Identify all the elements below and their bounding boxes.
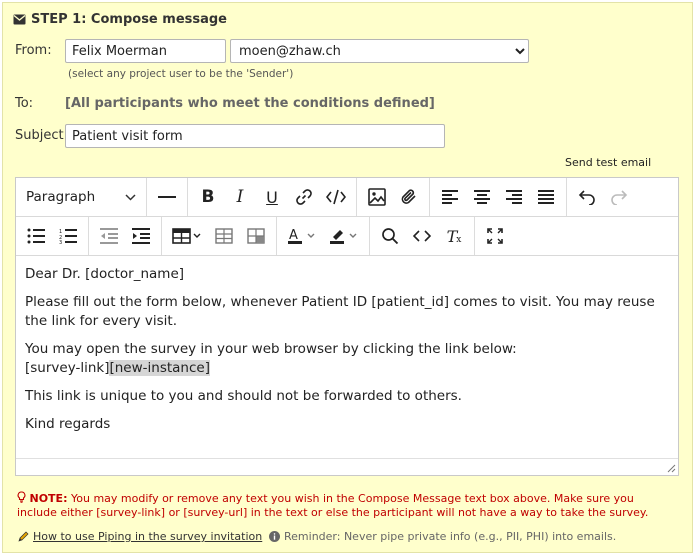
outdent-icon[interactable] <box>93 221 125 251</box>
reminder-text: Reminder: Never pipe private info (e.g.,… <box>284 530 617 543</box>
step-title: STEP 1: Compose message <box>13 12 227 27</box>
to-label: To: <box>15 96 34 111</box>
editor-status-bar <box>16 458 678 475</box>
lightbulb-icon <box>17 491 26 503</box>
email-paragraph-3: This link is unique to you and should no… <box>25 388 462 404</box>
align-right-icon[interactable] <box>498 182 530 212</box>
reminder-note: Reminder: Never pipe private info (e.g.,… <box>269 530 616 543</box>
note-label: NOTE: <box>29 492 68 505</box>
align-justify-icon[interactable] <box>530 182 562 212</box>
from-hint: (select any project user to be the 'Send… <box>68 68 294 80</box>
bullet-list-icon[interactable] <box>20 221 52 251</box>
fullscreen-icon[interactable] <box>479 221 511 251</box>
redo-icon[interactable] <box>603 182 635 212</box>
email-closing: Kind regards <box>25 416 111 432</box>
editor-content-area[interactable]: Dear Dr. [doctor_name] Please fill out t… <box>16 257 678 457</box>
bold-icon[interactable]: B <box>192 182 224 212</box>
svg-text:3: 3 <box>59 240 62 244</box>
align-center-icon[interactable] <box>466 182 498 212</box>
email-paragraph-2-line1: You may open the survey in your web brow… <box>25 341 517 357</box>
envelope-icon <box>13 14 26 25</box>
email-paragraph-1: Please fill out the form below, whenever… <box>25 294 655 329</box>
table-cell-icon[interactable] <box>240 221 272 251</box>
undo-icon[interactable] <box>571 182 603 212</box>
paragraph-format-label: Paragraph <box>26 189 96 205</box>
numbered-list-icon[interactable]: 123 <box>52 221 84 251</box>
clear-format-icon[interactable]: Tx <box>438 221 470 251</box>
table-props-icon[interactable] <box>208 221 240 251</box>
table-icon[interactable] <box>166 221 208 251</box>
image-icon[interactable] <box>361 182 393 212</box>
toolbar-row-2: 123 A Tx <box>16 217 678 256</box>
piping-help: How to use Piping in the survey invitati… <box>17 530 262 543</box>
piping-help-link[interactable]: How to use Piping in the survey invitati… <box>33 530 262 543</box>
note-text: You may modify or remove any text you wi… <box>17 492 649 519</box>
chevron-down-icon <box>125 193 136 201</box>
email-greeting: Dear Dr. [doctor_name] <box>25 266 185 282</box>
new-instance-token: [new-instance] <box>109 360 210 376</box>
attachment-icon[interactable] <box>393 182 425 212</box>
indent-icon[interactable] <box>125 221 157 251</box>
horizontal-rule-icon[interactable] <box>151 182 183 212</box>
search-icon[interactable] <box>374 221 406 251</box>
from-name-input[interactable] <box>65 39 226 63</box>
compose-panel: STEP 1: Compose message From: moen@zhaw.… <box>2 2 693 553</box>
rich-text-editor: Paragraph B I U 1 2 3 A T x Dear Dr. [do… <box>15 177 679 476</box>
note-box: NOTE: You may modify or remove any text … <box>17 491 677 520</box>
source-code-icon[interactable] <box>406 221 438 251</box>
from-email-select[interactable]: moen@zhaw.ch <box>230 39 529 63</box>
text-color-icon[interactable]: A <box>281 221 323 251</box>
paragraph-format-dropdown[interactable]: Paragraph <box>18 182 142 212</box>
toolbar-row-1: Paragraph B I U <box>16 178 678 217</box>
align-left-icon[interactable] <box>434 182 466 212</box>
svg-text:A: A <box>289 228 298 243</box>
from-label: From: <box>15 43 52 58</box>
survey-link-token: [survey-link] <box>25 360 110 376</box>
link-icon[interactable] <box>288 182 320 212</box>
subject-input[interactable] <box>65 124 445 148</box>
highlight-color-icon[interactable] <box>323 221 365 251</box>
underline-icon[interactable]: U <box>256 182 288 212</box>
pencil-icon <box>17 531 29 543</box>
italic-icon[interactable]: I <box>224 182 256 212</box>
to-recipients: [All participants who meet the condition… <box>65 96 435 111</box>
info-circle-icon <box>269 531 280 542</box>
code-view-icon[interactable] <box>320 182 352 212</box>
resize-handle-icon[interactable] <box>666 463 676 473</box>
step-title-text: STEP 1: Compose message <box>31 12 228 27</box>
subject-label: Subject: <box>15 128 68 143</box>
send-test-email-link[interactable]: Send test email <box>565 156 651 169</box>
email-paragraph-2: You may open the survey in your web brow… <box>25 340 669 378</box>
